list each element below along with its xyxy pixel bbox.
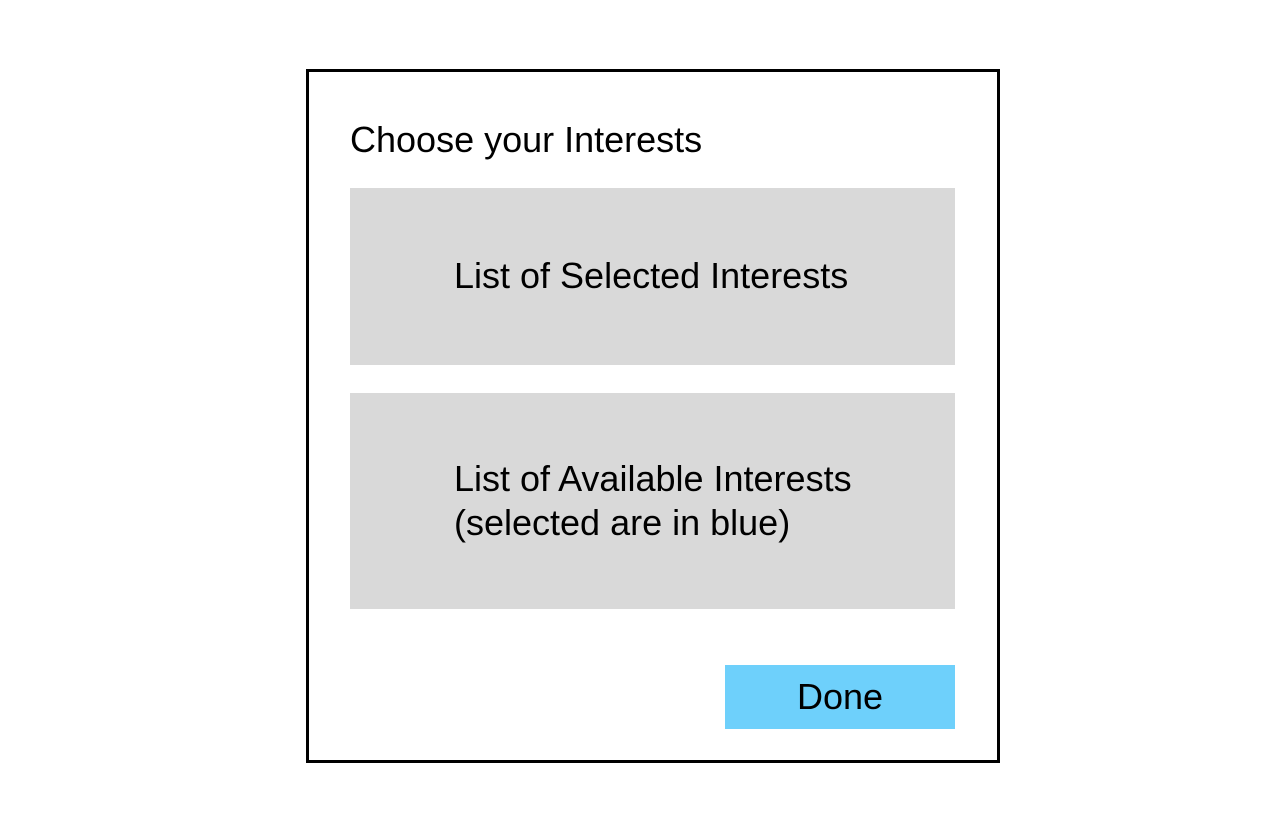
available-interests-placeholder: List of Available Interests	[454, 458, 852, 499]
available-interests-hint: (selected are in blue)	[454, 502, 791, 543]
available-interests-list[interactable]: List of Available Interests (selected ar…	[350, 393, 955, 609]
done-button[interactable]: Done	[725, 665, 955, 729]
interests-dialog: Choose your Interests List of Selected I…	[306, 69, 1000, 763]
selected-interests-placeholder: List of Selected Interests	[454, 255, 849, 296]
selected-interests-list[interactable]: List of Selected Interests	[350, 188, 955, 365]
dialog-title: Choose your Interests	[350, 119, 703, 160]
